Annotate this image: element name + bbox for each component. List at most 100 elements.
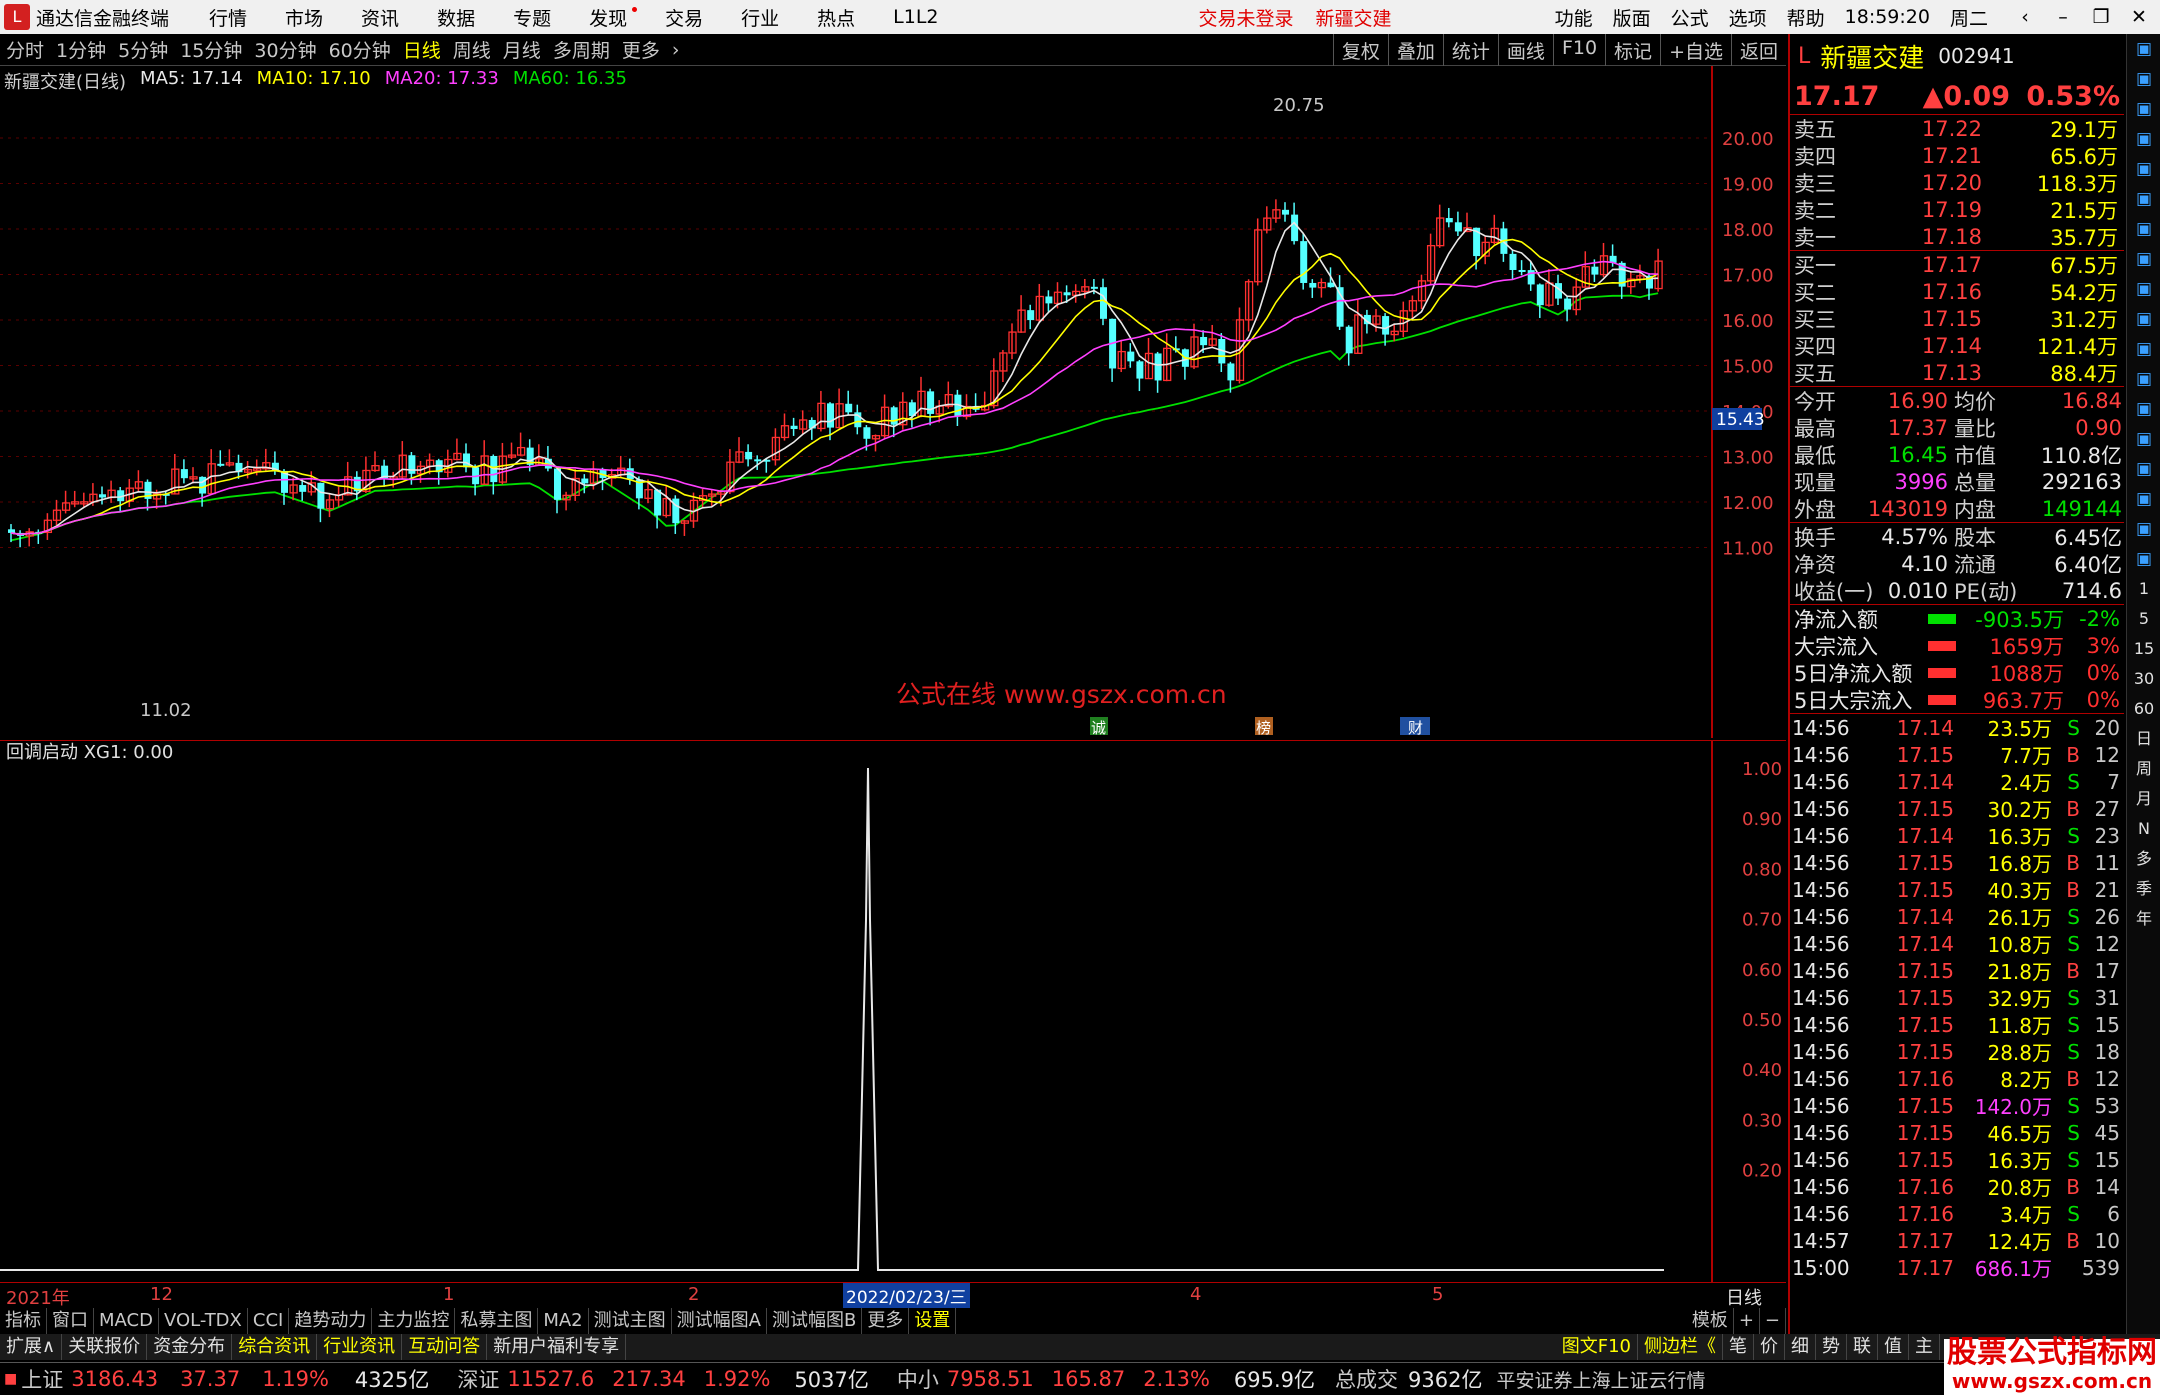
period-shortcut[interactable]: 日 <box>2127 724 2160 754</box>
menu-item-faxian[interactable]: 发现 <box>589 4 638 31</box>
tab-vol-tdx[interactable]: VOL-TDX <box>159 1308 248 1334</box>
menu-item-redian[interactable]: 热点 <box>817 4 855 31</box>
period-shortcut[interactable]: 60 <box>2127 694 2160 724</box>
ext-shi[interactable]: 势 <box>1816 1334 1847 1360</box>
ext-jia[interactable]: 价 <box>1754 1334 1785 1360</box>
ext-lian[interactable]: 联 <box>1847 1334 1878 1360</box>
marker-bang[interactable]: 榜 <box>1256 719 1271 737</box>
menu-xuanxiang[interactable]: 选项 <box>1729 4 1767 31</box>
stack-icon[interactable]: ▣ <box>2127 364 2160 394</box>
indicator-chart[interactable]: 1.00 0.90 0.80 0.70 0.60 0.50 0.40 0.30 0.20 回调启… <box>0 740 1786 1282</box>
tab-qushi[interactable]: 趋势动力 <box>289 1308 373 1334</box>
menu-banmian[interactable]: 版面 <box>1613 4 1651 31</box>
period-shortcut[interactable]: 30 <box>2127 664 2160 694</box>
rsi-icon[interactable]: ▣ <box>2127 394 2160 424</box>
crosshair-icon[interactable]: ▣ <box>2127 424 2160 454</box>
sz-label[interactable]: 深证 <box>457 1364 499 1394</box>
period-shortcut[interactable]: 多 <box>2127 844 2160 874</box>
period-shortcut[interactable]: N <box>2127 814 2160 844</box>
f10-icon[interactable]: ▣ <box>2127 274 2160 304</box>
period-monthly[interactable]: 月线 <box>497 36 547 63</box>
tool-fanhui[interactable]: 返回 <box>1730 34 1786 66</box>
template-button[interactable]: 模板 <box>1687 1308 1734 1334</box>
tool-zixuan[interactable]: +自选 <box>1660 34 1731 66</box>
menu-item-jiaoyi[interactable]: 交易 <box>665 4 703 31</box>
minimize-icon[interactable]: – <box>2046 6 2080 28</box>
period-shortcut[interactable]: 月 <box>2127 784 2160 814</box>
info-icon[interactable]: ▣ <box>2127 214 2160 244</box>
f2-icon[interactable]: ▣ <box>2127 304 2160 334</box>
tool-f10[interactable]: F10 <box>1552 34 1605 66</box>
tool-huaxian[interactable]: 画线 <box>1497 34 1553 66</box>
up-arrow-icon[interactable]: ▣ <box>2127 34 2160 64</box>
ext-sidebar[interactable]: 侧边栏《 <box>1638 1334 1723 1360</box>
chevron-right-icon[interactable]: › <box>666 39 686 61</box>
grid-icon[interactable]: ▣ <box>2127 94 2160 124</box>
menu-bangzhu[interactable]: 帮助 <box>1787 4 1825 31</box>
tab-simu[interactable]: 私募主图 <box>455 1308 539 1334</box>
period-shortcut[interactable]: 5 <box>2127 604 2160 634</box>
back-icon[interactable]: ‹ <box>2008 6 2042 28</box>
marker-cheng[interactable]: 诚 <box>1091 719 1106 737</box>
period-30min[interactable]: 30分钟 <box>248 36 322 63</box>
tool-diejia[interactable]: 叠加 <box>1387 34 1443 66</box>
menu-gongshi[interactable]: 公式 <box>1671 4 1709 31</box>
menu-item-hangqing[interactable]: 行情 <box>209 4 247 31</box>
menu-item-shichang[interactable]: 市场 <box>285 4 323 31</box>
zx-label[interactable]: 中小 <box>897 1364 939 1394</box>
candlestick-chart[interactable]: 20.0019.0018.0017.0016.0015.0014.0013.00… <box>0 66 1786 738</box>
close-icon[interactable]: ✕ <box>2122 6 2156 28</box>
chart-icon[interactable]: ▣ <box>2127 154 2160 184</box>
period-shortcut[interactable]: 年 <box>2127 904 2160 934</box>
period-60min[interactable]: 60分钟 <box>323 36 397 63</box>
ext-zonghe[interactable]: 综合资讯 <box>232 1334 318 1360</box>
move-icon[interactable]: ▣ <box>2127 454 2160 484</box>
period-shortcut[interactable]: 15 <box>2127 634 2160 664</box>
trade-login-status[interactable]: 交易未登录 <box>1199 4 1294 31</box>
period-15min[interactable]: 15分钟 <box>174 36 248 63</box>
period-shortcut[interactable]: 周 <box>2127 754 2160 784</box>
ext-zhu[interactable]: 主 <box>1909 1334 1940 1360</box>
menu-item-shuju[interactable]: 数据 <box>437 4 475 31</box>
marker-cai[interactable]: 财 <box>1408 719 1423 737</box>
period-more[interactable]: 更多 <box>616 36 666 63</box>
tab-ceshi-futu-b[interactable]: 测试幅图B <box>767 1308 863 1334</box>
ext-bi[interactable]: 笔 <box>1723 1334 1754 1360</box>
period-daily[interactable]: 日线 <box>397 36 447 63</box>
tab-macd[interactable]: MACD <box>94 1308 159 1334</box>
down-arrow-icon[interactable]: ▣ <box>2127 64 2160 94</box>
period-fenshi[interactable]: 分时 <box>0 36 50 63</box>
period-multi[interactable]: 多周期 <box>547 36 616 63</box>
doc-icon[interactable]: ▣ <box>2127 244 2160 274</box>
ext-zhi[interactable]: 值 <box>1878 1334 1909 1360</box>
ext-guanlian[interactable]: 关联报价 <box>62 1334 148 1360</box>
tool-fuquan[interactable]: 复权 <box>1332 34 1388 66</box>
period-1min[interactable]: 1分钟 <box>50 36 112 63</box>
tool-biaoji[interactable]: 标记 <box>1605 34 1660 66</box>
tab-zhibiao[interactable]: 指标 <box>0 1308 47 1334</box>
period-5min[interactable]: 5分钟 <box>112 36 174 63</box>
tab-more[interactable]: 更多 <box>862 1308 910 1334</box>
ext-f10[interactable]: 图文F10 <box>1556 1334 1638 1360</box>
period-shortcut[interactable]: 季 <box>2127 874 2160 904</box>
menu-item-l1l2[interactable]: L1L2 <box>893 6 938 28</box>
menu-item-hangye[interactable]: 行业 <box>741 4 779 31</box>
bars-icon[interactable]: ▣ <box>2127 184 2160 214</box>
restore-icon[interactable]: ❐ <box>2084 6 2118 28</box>
menu-item-zhuanti[interactable]: 专题 <box>513 4 551 31</box>
ext-fuli[interactable]: 新用户福利专享 <box>487 1334 627 1360</box>
zoom-out-button[interactable]: − <box>1760 1308 1786 1334</box>
tab-ceshi-futu-a[interactable]: 测试幅图A <box>672 1308 767 1334</box>
tile-icon[interactable]: ▣ <box>2127 544 2160 574</box>
fs-icon[interactable]: ▣ <box>2127 514 2160 544</box>
ext-zijin[interactable]: 资金分布 <box>147 1334 233 1360</box>
pen-icon[interactable]: ▣ <box>2127 484 2160 514</box>
ext-xi[interactable]: 细 <box>1785 1334 1816 1360</box>
tab-chuangkou[interactable]: 窗口 <box>47 1308 94 1334</box>
ext-hangye[interactable]: 行业资讯 <box>317 1334 403 1360</box>
tab-ma2[interactable]: MA2 <box>538 1308 589 1334</box>
tool-tongji[interactable]: 统计 <box>1442 34 1498 66</box>
period-shortcut[interactable]: 1 <box>2127 574 2160 604</box>
menu-item-zixun[interactable]: 资讯 <box>361 4 399 31</box>
tab-settings[interactable]: 设置 <box>909 1308 957 1334</box>
